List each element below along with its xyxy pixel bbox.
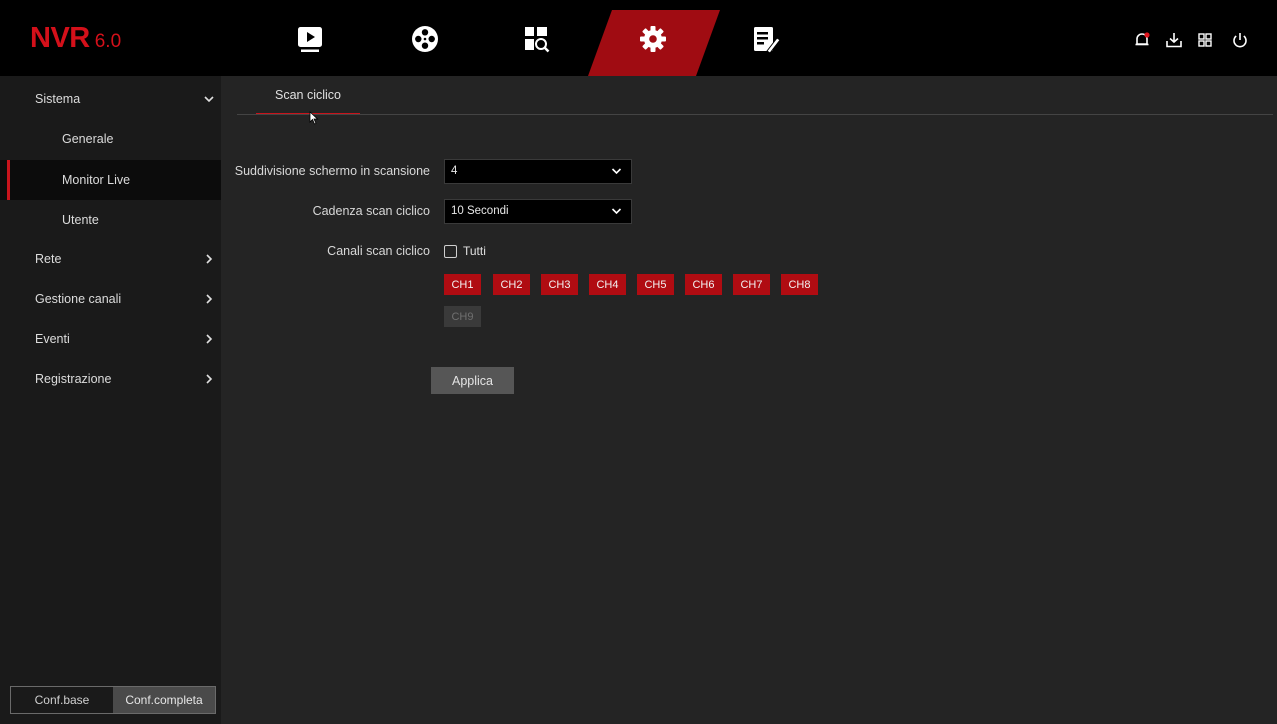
apply-button[interactable]: Applica: [431, 367, 514, 394]
config-mode-toggle: Conf.base Conf.completa: [10, 686, 216, 714]
sidebar-item-generale[interactable]: Generale: [0, 119, 221, 159]
chevron-down-icon: [611, 208, 622, 215]
sidebar-item-label: Rete: [35, 252, 62, 266]
chevron-down-icon: [611, 168, 622, 175]
alarm-bell-icon[interactable]: [1130, 28, 1154, 52]
logo-version: 6.0: [94, 31, 122, 52]
conf-base-button[interactable]: Conf.base: [11, 687, 113, 713]
channel-button-ch6[interactable]: CH6: [685, 274, 722, 295]
chevron-right-icon: [206, 374, 213, 384]
split-screen-value: 4: [451, 165, 458, 177]
sidebar-item-eventi[interactable]: Eventi: [0, 319, 221, 359]
split-screen-label: Suddivisione schermo in scansione: [234, 164, 430, 178]
chevron-right-icon: [206, 334, 213, 344]
sidebar-item-gestione-canali[interactable]: Gestione canali: [0, 279, 221, 319]
multi-screen-icon[interactable]: [1193, 28, 1217, 52]
logo: NVR 6.0: [30, 22, 122, 54]
playback-icon[interactable]: [282, 14, 338, 64]
sidebar-item-label: Monitor Live: [62, 173, 131, 187]
sidebar-item-registrazione[interactable]: Registrazione: [0, 359, 221, 399]
cadence-label: Cadenza scan ciclico: [312, 204, 430, 218]
channel-button-ch3[interactable]: CH3: [541, 274, 578, 295]
channel-button-ch8[interactable]: CH8: [781, 274, 818, 295]
search-layout-icon[interactable]: [508, 14, 564, 64]
channel-button-ch5[interactable]: CH5: [637, 274, 674, 295]
sidebar-item-utente[interactable]: Utente: [0, 200, 221, 240]
channel-button-ch7[interactable]: CH7: [733, 274, 770, 295]
download-icon[interactable]: [1162, 28, 1186, 52]
sidebar-item-label: Sistema: [35, 92, 81, 106]
maintenance-icon[interactable]: [738, 14, 794, 64]
power-icon[interactable]: [1228, 28, 1252, 52]
channel-button-ch1[interactable]: CH1: [444, 274, 481, 295]
tab-divider: [237, 114, 1273, 115]
mouse-cursor-icon: [309, 111, 319, 125]
tab-scan-ciclico[interactable]: Scan ciclico: [256, 88, 360, 114]
channel-button-ch9: CH9: [444, 306, 481, 327]
sidebar: Sistema Generale Monitor Live Utente Ret…: [0, 76, 221, 724]
sidebar-item-monitor-live[interactable]: Monitor Live: [0, 160, 221, 200]
gear-icon[interactable]: [625, 14, 681, 64]
channel-button-ch2[interactable]: CH2: [493, 274, 530, 295]
sidebar-item-label: Gestione canali: [35, 292, 122, 306]
cadence-select[interactable]: 10 Secondi: [444, 199, 632, 224]
select-all-label[interactable]: Tutti: [463, 241, 486, 261]
sidebar-item-label: Registrazione: [35, 372, 112, 386]
channel-button-ch4[interactable]: CH4: [589, 274, 626, 295]
select-all-checkbox[interactable]: [444, 245, 457, 258]
film-reel-icon[interactable]: [397, 14, 453, 64]
sidebar-item-label: Generale: [62, 132, 114, 146]
conf-completa-button[interactable]: Conf.completa: [113, 687, 215, 713]
logo-main: NVR: [30, 22, 90, 54]
sidebar-item-sistema[interactable]: Sistema: [0, 79, 221, 119]
cadence-value: 10 Secondi: [451, 205, 509, 217]
top-bar: NVR 6.0: [0, 0, 1277, 76]
chevron-right-icon: [206, 254, 213, 264]
channels-label: Canali scan ciclico: [327, 244, 430, 258]
sidebar-item-rete[interactable]: Rete: [0, 239, 221, 279]
chevron-right-icon: [206, 294, 213, 304]
split-screen-select[interactable]: 4: [444, 159, 632, 184]
chevron-down-icon: [204, 96, 214, 103]
sidebar-item-label: Utente: [62, 213, 99, 227]
sidebar-item-label: Eventi: [35, 332, 70, 346]
